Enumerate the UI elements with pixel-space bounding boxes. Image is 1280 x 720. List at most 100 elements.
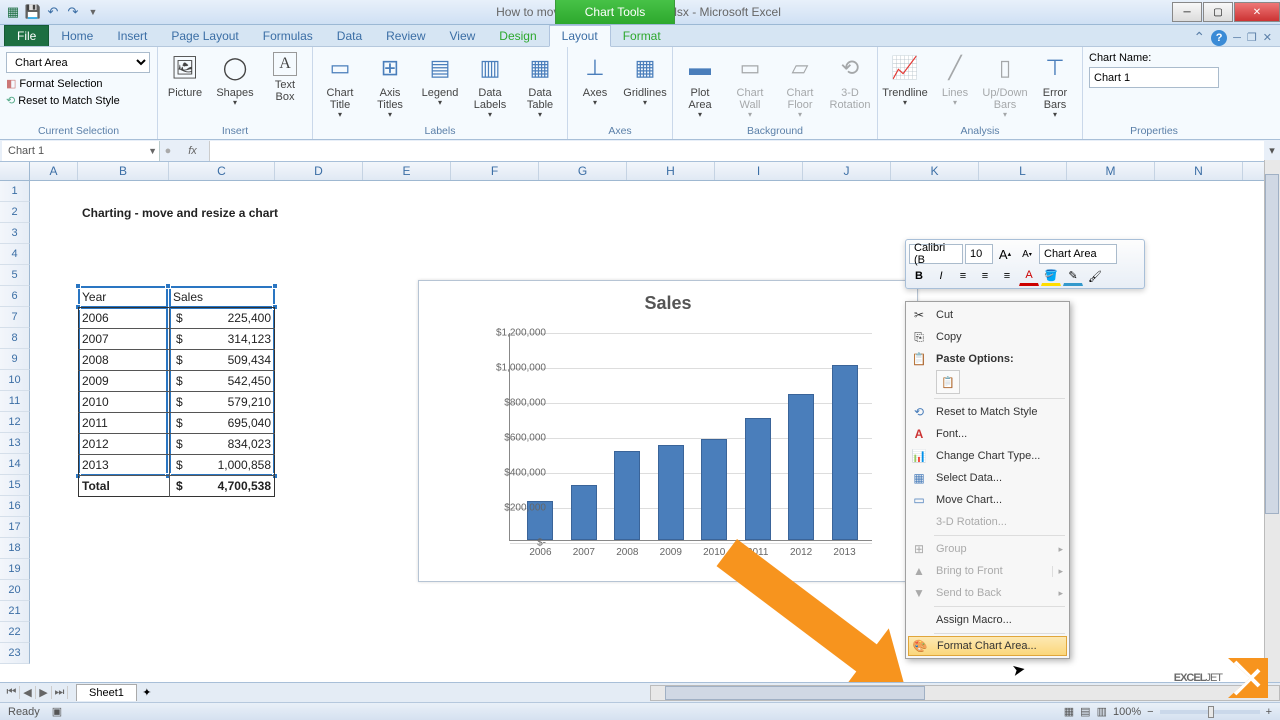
sheet-tab-sheet1[interactable]: Sheet1 [76, 684, 137, 701]
shapes-button[interactable]: ◯Shapes▾ [214, 51, 256, 108]
row-header-23[interactable]: 23 [0, 643, 30, 664]
chart-bar[interactable] [701, 439, 727, 540]
row-header-18[interactable]: 18 [0, 538, 30, 559]
chart-name-input[interactable] [1089, 67, 1219, 88]
col-header-N[interactable]: N [1155, 162, 1243, 180]
macro-record-icon[interactable]: ▣ [52, 705, 62, 718]
col-header-J[interactable]: J [803, 162, 891, 180]
view-page-layout-icon[interactable]: ▤ [1080, 705, 1090, 718]
shrink-font-icon[interactable]: A▾ [1017, 244, 1037, 264]
reset-match-style-button[interactable]: ⟲ Reset to Match Style [6, 93, 151, 108]
picture-button[interactable]: 🖼Picture [164, 51, 206, 99]
chart-bar[interactable] [745, 418, 771, 540]
formula-input[interactable] [210, 141, 1264, 161]
chart-bar[interactable] [614, 451, 640, 540]
tab-page-layout[interactable]: Page Layout [159, 26, 250, 46]
row-header-16[interactable]: 16 [0, 496, 30, 517]
tab-data[interactable]: Data [325, 26, 374, 46]
row-header-22[interactable]: 22 [0, 622, 30, 643]
grow-font-icon[interactable]: A▴ [995, 244, 1015, 264]
chart-title-button[interactable]: ▭Chart Title▾ [319, 51, 361, 120]
workbook-restore-icon[interactable]: ❐ [1247, 31, 1257, 44]
col-header-I[interactable]: I [715, 162, 803, 180]
view-normal-icon[interactable]: ▦ [1064, 705, 1074, 718]
align-center-icon[interactable]: ≡ [975, 266, 995, 286]
zoom-out-icon[interactable]: − [1147, 706, 1153, 718]
axis-titles-button[interactable]: ⊞Axis Titles▾ [369, 51, 411, 120]
align-left-icon[interactable]: ≡ [953, 266, 973, 286]
chart-bar[interactable] [658, 445, 684, 540]
sheet-nav-last[interactable]: ⏭ [52, 686, 68, 699]
tab-layout[interactable]: Layout [549, 25, 611, 47]
tab-insert[interactable]: Insert [105, 26, 159, 46]
col-header-M[interactable]: M [1067, 162, 1155, 180]
tab-design[interactable]: Design [487, 26, 548, 46]
outline-icon[interactable]: ✎ [1063, 266, 1083, 286]
zoom-level[interactable]: 100% [1113, 706, 1141, 718]
minimize-button[interactable]: ─ [1172, 2, 1202, 22]
maximize-button[interactable]: ▢ [1203, 2, 1233, 22]
col-header-G[interactable]: G [539, 162, 627, 180]
tab-file[interactable]: File [4, 25, 49, 46]
format-painter-icon[interactable]: 🖌 [1085, 266, 1105, 286]
mini-chart-element[interactable]: Chart Area [1039, 244, 1117, 264]
redo-icon[interactable]: ↷ [64, 3, 82, 21]
row-header-11[interactable]: 11 [0, 391, 30, 412]
col-header-E[interactable]: E [363, 162, 451, 180]
error-bars-button[interactable]: ⊤Error Bars▾ [1034, 51, 1076, 120]
new-sheet-icon[interactable]: ✦ [137, 686, 157, 699]
row-header-12[interactable]: 12 [0, 412, 30, 433]
col-header-H[interactable]: H [627, 162, 715, 180]
help-icon[interactable]: ? [1211, 30, 1227, 46]
ctx-font[interactable]: AFont... [906, 423, 1069, 445]
row-header-9[interactable]: 9 [0, 349, 30, 370]
embedded-chart[interactable]: Sales 20062007200820092010201120122013 S… [418, 280, 918, 582]
data-labels-button[interactable]: ▥Data Labels▾ [469, 51, 511, 120]
workbook-minimize-icon[interactable]: ─ [1233, 32, 1241, 44]
chart-bar[interactable] [788, 394, 814, 540]
font-color-icon[interactable]: A [1019, 266, 1039, 286]
data-table-button[interactable]: ▦Data Table▾ [519, 51, 561, 120]
fx-icon[interactable]: fx [176, 141, 210, 161]
workbook-close-icon[interactable]: ✕ [1263, 31, 1272, 44]
ctx-copy[interactable]: ⎘Copy [906, 326, 1069, 348]
row-header-5[interactable]: 5 [0, 265, 30, 286]
trendline-button[interactable]: 📈Trendline▾ [884, 51, 926, 108]
row-header-6[interactable]: 6 [0, 286, 30, 307]
view-page-break-icon[interactable]: ▥ [1097, 705, 1107, 718]
mini-font-size[interactable]: 10 [965, 244, 993, 264]
plot-area-button[interactable]: ▬Plot Area▾ [679, 51, 721, 120]
plot-area[interactable]: 20062007200820092010201120122013 [509, 333, 872, 541]
col-header-B[interactable]: B [78, 162, 169, 180]
legend-button[interactable]: ▤Legend▾ [419, 51, 461, 108]
sheet-nav-next[interactable]: ▶ [36, 686, 52, 699]
sheet-nav-first[interactable]: ⏮ [4, 686, 20, 699]
qat-dropdown-icon[interactable]: ▼ [84, 3, 102, 21]
namebox-dropdown-icon[interactable]: ▼ [148, 146, 157, 156]
minimize-ribbon-icon[interactable]: ⌃ [1193, 29, 1205, 46]
tab-review[interactable]: Review [374, 26, 437, 46]
row-header-4[interactable]: 4 [0, 244, 30, 265]
col-header-A[interactable]: A [30, 162, 78, 180]
row-header-2[interactable]: 2 [0, 202, 30, 223]
ctx-reset[interactable]: ⟲Reset to Match Style [906, 401, 1069, 423]
row-header-19[interactable]: 19 [0, 559, 30, 580]
zoom-slider[interactable] [1160, 710, 1260, 714]
row-header-21[interactable]: 21 [0, 601, 30, 622]
format-selection-button[interactable]: ◧ Format Selection [6, 76, 151, 91]
worksheet-grid[interactable]: 1234567891011121314151617181920212223 Sa… [0, 181, 1280, 686]
undo-icon[interactable]: ↶ [44, 3, 62, 21]
col-header-K[interactable]: K [891, 162, 979, 180]
zoom-in-icon[interactable]: + [1266, 706, 1272, 718]
select-all-corner[interactable] [0, 162, 30, 180]
text-box-button[interactable]: AText Box [264, 51, 306, 103]
align-right-icon[interactable]: ≡ [997, 266, 1017, 286]
col-header-C[interactable]: C [169, 162, 275, 180]
tab-format[interactable]: Format [611, 26, 673, 46]
ctx-select-data[interactable]: ▦Select Data... [906, 467, 1069, 489]
italic-icon[interactable]: I [931, 266, 951, 286]
row-header-13[interactable]: 13 [0, 433, 30, 454]
row-header-10[interactable]: 10 [0, 370, 30, 391]
row-header-14[interactable]: 14 [0, 454, 30, 475]
save-icon[interactable]: 💾 [24, 3, 42, 21]
